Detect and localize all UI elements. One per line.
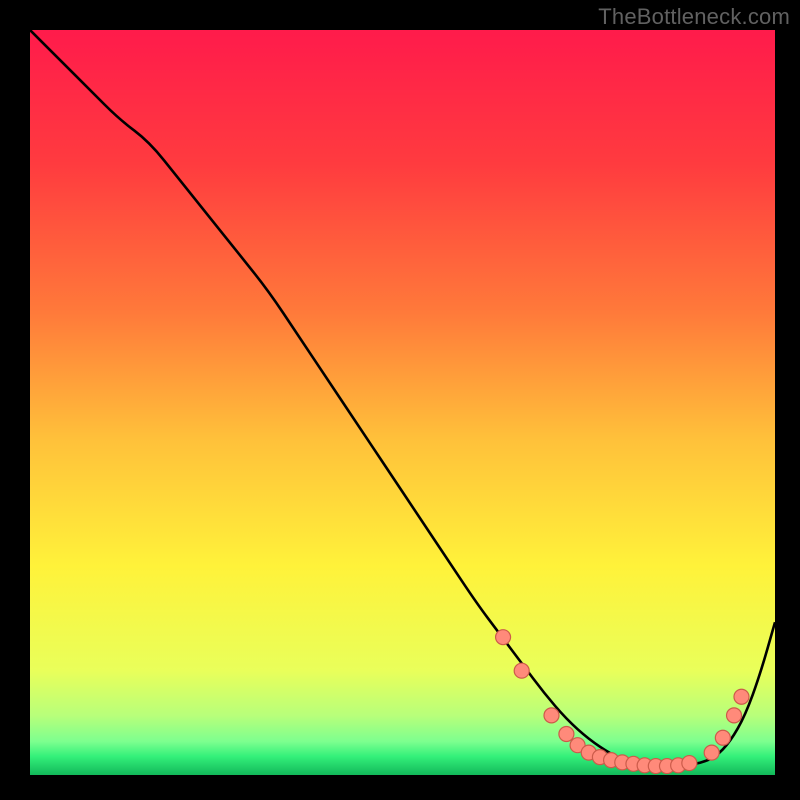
- gradient-background: [30, 30, 775, 775]
- marker-point: [514, 663, 529, 678]
- chart-stage: TheBottleneck.com: [0, 0, 800, 800]
- plot-svg: [30, 30, 775, 775]
- marker-point: [704, 745, 719, 760]
- marker-point: [715, 730, 730, 745]
- marker-point: [727, 708, 742, 723]
- marker-point: [682, 756, 697, 771]
- plot-area: [30, 30, 775, 775]
- watermark-label: TheBottleneck.com: [598, 4, 790, 30]
- marker-point: [544, 708, 559, 723]
- marker-point: [734, 689, 749, 704]
- marker-point: [559, 727, 574, 742]
- marker-point: [496, 630, 511, 645]
